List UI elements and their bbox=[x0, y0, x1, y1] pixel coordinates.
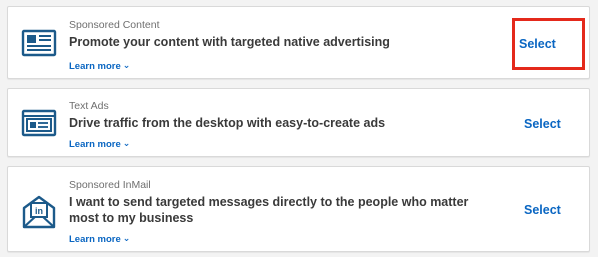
select-button-sponsored-content[interactable]: Select bbox=[519, 36, 556, 52]
ad-format-headline: I want to send targeted messages directl… bbox=[69, 195, 469, 225]
ad-format-type: Sponsored InMail bbox=[69, 179, 151, 191]
ad-format-type: Sponsored Content bbox=[69, 19, 160, 31]
ad-format-headline: Promote your content with targeted nativ… bbox=[69, 35, 390, 49]
chevron-down-icon: ⌄ bbox=[122, 60, 131, 70]
text-ads-icon bbox=[21, 105, 57, 141]
svg-text:in: in bbox=[35, 206, 43, 216]
ad-format-card-sponsored-inmail: in Sponsored InMail I want to send targe… bbox=[7, 166, 590, 252]
chevron-down-icon: ⌄ bbox=[122, 138, 131, 148]
learn-more-link[interactable]: Learn more ⌄ bbox=[69, 59, 130, 73]
chevron-down-icon: ⌄ bbox=[122, 233, 131, 243]
ad-format-type: Text Ads bbox=[69, 100, 109, 112]
ad-format-card-text-ads: Text Ads Drive traffic from the desktop … bbox=[7, 88, 590, 157]
ad-format-card-sponsored-content: Sponsored Content Promote your content w… bbox=[7, 6, 590, 79]
sponsored-content-icon bbox=[21, 25, 57, 61]
ad-format-headline: Drive traffic from the desktop with easy… bbox=[69, 116, 386, 130]
inmail-envelope-icon: in bbox=[21, 194, 57, 230]
learn-more-link[interactable]: Learn more ⌄ bbox=[69, 232, 130, 246]
select-button-text-ads[interactable]: Select bbox=[524, 116, 561, 132]
learn-more-link[interactable]: Learn more ⌄ bbox=[69, 137, 130, 151]
learn-more-label: Learn more bbox=[69, 234, 121, 245]
select-button-sponsored-inmail[interactable]: Select bbox=[524, 202, 561, 218]
learn-more-label: Learn more bbox=[69, 61, 121, 72]
learn-more-label: Learn more bbox=[69, 139, 121, 150]
